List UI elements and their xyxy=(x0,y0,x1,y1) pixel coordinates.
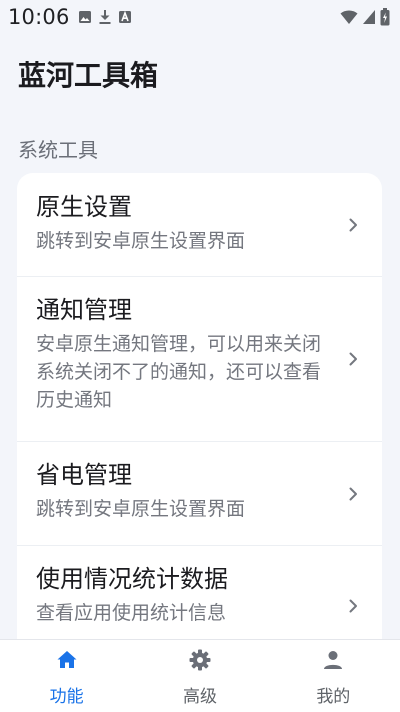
tab-label: 我的 xyxy=(316,687,351,707)
page-title: 蓝河工具箱 xyxy=(18,59,159,92)
tab-advanced[interactable]: 高级 xyxy=(133,640,266,712)
image-icon xyxy=(78,10,92,24)
signal-icon xyxy=(362,9,376,25)
item-description: 安卓原生通知管理，可以用来关闭系统关闭不了的通知，还可以查看历史通知 xyxy=(36,333,322,411)
download-icon xyxy=(98,9,112,25)
chevron-right-icon xyxy=(349,218,357,231)
item-title: 使用情况统计数据 xyxy=(36,565,228,593)
tab-features[interactable]: 功能 xyxy=(0,640,133,712)
tab-profile[interactable]: 我的 xyxy=(267,640,400,712)
battery-icon xyxy=(380,8,390,26)
list-item-native-settings[interactable]: 原生设置 跳转到安卓原生设置界面 xyxy=(17,173,382,277)
person-icon xyxy=(324,651,343,669)
tools-card: 原生设置 跳转到安卓原生设置界面 通知管理 安卓原生通知管理，可以用来关闭系统关… xyxy=(17,173,382,673)
system-status-icons xyxy=(340,8,390,26)
section-label: 系统工具 xyxy=(18,138,98,162)
tab-label: 高级 xyxy=(182,687,217,707)
notification-icons xyxy=(78,9,132,25)
item-description: 跳转到安卓原生设置界面 xyxy=(36,230,246,252)
item-description: 查看应用使用统计信息 xyxy=(36,602,227,624)
status-time: 10:06 xyxy=(8,5,70,29)
list-item-power-management[interactable]: 省电管理 跳转到安卓原生设置界面 xyxy=(17,442,382,546)
home-icon xyxy=(57,651,77,668)
tab-label: 功能 xyxy=(49,687,84,707)
gear-icon xyxy=(189,649,211,671)
item-title: 省电管理 xyxy=(36,461,132,489)
status-bar: 10:06 xyxy=(0,0,400,34)
item-description: 跳转到安卓原生设置界面 xyxy=(36,498,246,520)
item-title: 原生设置 xyxy=(36,193,132,221)
chevron-right-icon xyxy=(349,487,357,500)
status-left: 10:06 xyxy=(8,5,132,29)
wifi-icon xyxy=(340,9,358,25)
item-title: 通知管理 xyxy=(36,296,132,324)
chevron-right-icon xyxy=(349,599,357,613)
chevron-right-icon xyxy=(349,352,357,366)
font-a-icon xyxy=(118,10,132,24)
list-item-notification-management[interactable]: 通知管理 安卓原生通知管理，可以用来关闭系统关闭不了的通知，还可以查看历史通知 xyxy=(17,277,382,442)
bottom-navigation: 功能 高级 我的 xyxy=(0,639,400,712)
